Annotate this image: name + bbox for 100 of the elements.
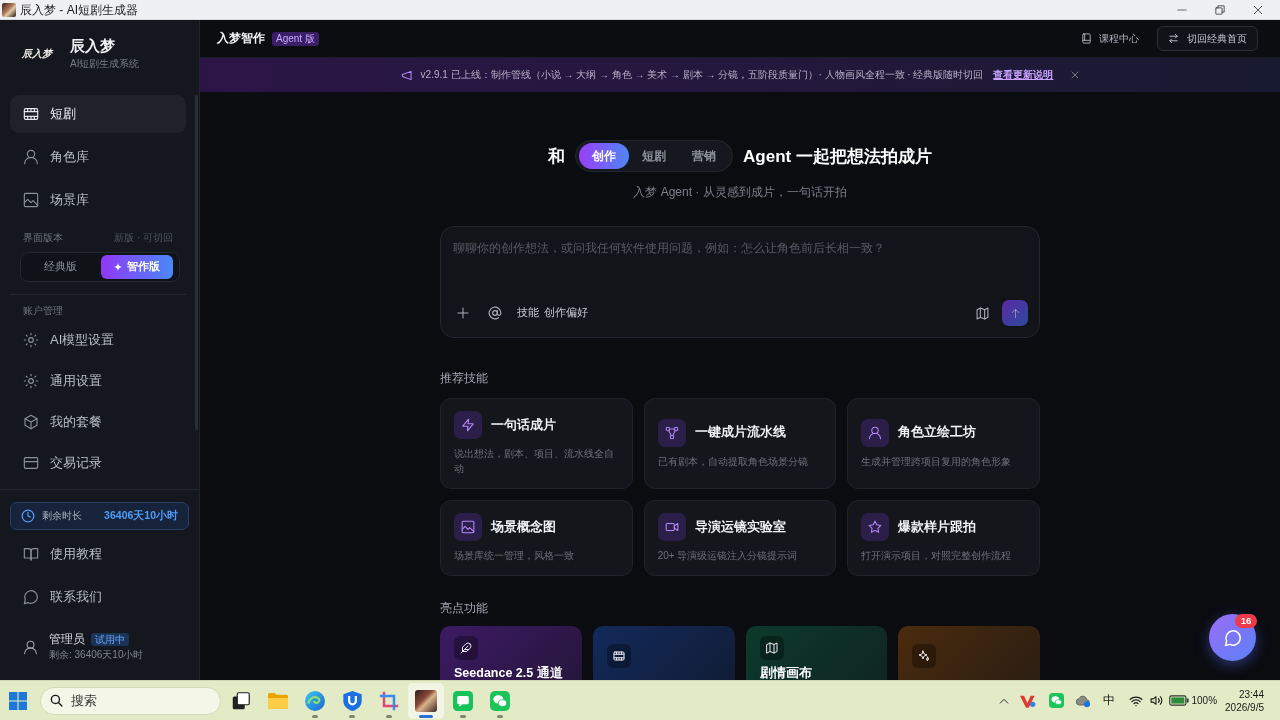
- clock-date[interactable]: 2026/9/5: [1225, 700, 1264, 714]
- send-button[interactable]: [1002, 300, 1028, 326]
- section-label: 界面版本: [23, 232, 63, 244]
- battery-icon[interactable]: [1169, 695, 1190, 706]
- brand-name: 辰入梦: [70, 37, 115, 55]
- megaphone-icon: [400, 69, 412, 81]
- clock-time[interactable]: 23:44: [1238, 687, 1264, 701]
- shield-icon[interactable]: [342, 690, 362, 711]
- running-indicator: [386, 714, 392, 718]
- nav-item[interactable]: 我的套餐: [10, 404, 186, 440]
- skill-card[interactable]: 角色立绘工坊 生成并管理跨项目复用的角色形象: [847, 398, 1040, 489]
- skills-menu[interactable]: 技能: [517, 306, 539, 320]
- v-mark-icon[interactable]: [1020, 693, 1037, 708]
- close-icon[interactable]: [1071, 71, 1080, 79]
- book-icon: [23, 546, 39, 562]
- map-icon[interactable]: [976, 306, 989, 320]
- at-sign-icon[interactable]: [488, 306, 502, 320]
- message-icon[interactable]: [453, 690, 473, 711]
- hero-subtitle: 入梦 Agent · 从灵感到成片，一句话开拍: [633, 185, 847, 199]
- mode-tab[interactable]: 创作: [579, 143, 630, 169]
- mode-tab[interactable]: 短剧: [629, 143, 680, 169]
- chat-bubble-icon: [23, 589, 39, 605]
- nav-item[interactable]: 场景库: [10, 181, 186, 219]
- mode-tab[interactable]: 营销: [679, 143, 730, 169]
- skill-title: 导演运镜实验室: [694, 518, 786, 536]
- person-icon: [23, 639, 38, 655]
- feature-card[interactable]: Seedance 2.5 通道: [440, 626, 582, 680]
- headline-prefix: 和: [548, 145, 566, 168]
- windows-icon[interactable]: [9, 691, 27, 710]
- cloud-icon[interactable]: [1075, 693, 1092, 708]
- image-icon: [23, 192, 39, 208]
- credit-card-icon: [23, 455, 39, 471]
- running-indicator: [349, 714, 355, 718]
- skill-card[interactable]: 爆款样片跟拍 打开演示项目，对照完整创作流程: [847, 500, 1040, 576]
- agent-badge: Agent 版: [272, 31, 319, 46]
- nav-item[interactable]: 短剧: [10, 95, 186, 133]
- film-icon: [23, 106, 39, 122]
- browser-icon[interactable]: [305, 690, 325, 711]
- section-title: 推荐技能: [440, 371, 488, 385]
- skill-description: 20+ 导演级运镜注入分镜提示词: [657, 550, 798, 561]
- nav-item[interactable]: 交易记录: [10, 445, 186, 481]
- trial-badge: 试用中: [91, 633, 129, 646]
- skill-description: 生成并管理跨项目复用的角色形象: [861, 455, 1012, 467]
- search-field[interactable]: 搜索: [40, 686, 221, 715]
- sparkle-icon: [114, 263, 122, 271]
- close-icon[interactable]: [1253, 4, 1263, 15]
- chat-bubble-icon: [1223, 628, 1242, 647]
- taskbar-button[interactable]: [408, 682, 444, 719]
- restore-icon[interactable]: [1215, 4, 1225, 15]
- nav-item[interactable]: 通用设置: [10, 363, 186, 399]
- preferences-menu[interactable]: 创作偏好: [544, 306, 588, 320]
- notebook-icon: [1081, 33, 1092, 44]
- nav-item[interactable]: 使用教程: [10, 535, 186, 573]
- remaining-value: 36406天10小时: [104, 509, 178, 523]
- nav-item[interactable]: 联系我们: [10, 578, 186, 616]
- version-option[interactable]: 智作版: [101, 255, 173, 279]
- app-icon: [2, 2, 16, 17]
- skill-title: 一键成片流水线: [694, 424, 786, 441]
- nav-item[interactable]: 角色库: [10, 138, 186, 176]
- announcement-text: v2.9.1 已上线：制作管线（小说 → 大纲 → 角色 → 美术 → 剧本 → 分镜，五阶段质量门）· 人物画风全程一致 · 经典版随时切回: [420, 68, 984, 82]
- wifi-icon[interactable]: [1129, 693, 1144, 708]
- version-option[interactable]: 经典版: [24, 255, 96, 279]
- brand-tagline: AI短剧生成系统: [70, 57, 140, 71]
- feather-icon: [454, 636, 478, 660]
- skill-card[interactable]: 导演运镜实验室 20+ 导演级运镜注入分镜提示词: [643, 500, 837, 576]
- composer-panel[interactable]: 聊聊你的创作想法，或问我任何软件使用问题，例如：怎么让角色前后长相一致？ 技能 创作偏好: [440, 226, 1040, 338]
- lightning-icon: [454, 411, 482, 439]
- release-notes-link[interactable]: 查看更新说明: [993, 68, 1054, 82]
- speaker-icon[interactable]: [1150, 694, 1163, 707]
- feature-title: 剧情画布: [759, 665, 812, 680]
- skill-title: 角色立绘工坊: [898, 424, 977, 441]
- user-remaining-time: 剩余: 36406天10小时: [49, 648, 144, 662]
- running-indicator: [312, 714, 318, 718]
- arrow-up-icon: [1009, 307, 1021, 319]
- logo: 辰入梦: [22, 47, 52, 61]
- plus-icon[interactable]: [457, 307, 469, 319]
- feature-card[interactable]: 剧情画布: [745, 626, 888, 680]
- input-method[interactable]: 中: [1096, 692, 1123, 709]
- switch-classic-button[interactable]: 切回经典首页: [1157, 26, 1258, 51]
- section-title: 亮点功能: [440, 601, 488, 615]
- skill-title: 场景概念图: [491, 518, 556, 536]
- skill-card[interactable]: 一键成片流水线 已有剧本，自动提取角色场景分镜: [643, 398, 837, 489]
- crop-icon[interactable]: [379, 690, 399, 711]
- cube-icon: [23, 414, 39, 430]
- person-icon: [861, 418, 890, 447]
- user-name: 管理员: [49, 632, 85, 647]
- task-view-icon[interactable]: [232, 691, 250, 710]
- skill-card[interactable]: 一句话成片 说出想法，剧本、项目、流水线全自动: [440, 398, 633, 489]
- swap-icon: [1168, 33, 1179, 44]
- chat-bubbles-icon[interactable]: [1049, 693, 1064, 708]
- nav-item[interactable]: AI模型设置: [10, 322, 186, 358]
- chat-bubbles-icon[interactable]: [490, 690, 510, 711]
- sun-icon: [23, 332, 39, 348]
- app-icon[interactable]: [415, 689, 437, 712]
- course-link[interactable]: 课程中心: [1081, 31, 1139, 46]
- workflow-icon: [657, 418, 686, 447]
- skill-title: 一句话成片: [491, 416, 556, 434]
- image-icon: [454, 513, 482, 541]
- feature-title: Seedance 2.5 通道: [454, 665, 563, 680]
- message-input[interactable]: 聊聊你的创作想法，或问我任何软件使用问题，例如：怎么让角色前后长相一致？: [453, 239, 1028, 300]
